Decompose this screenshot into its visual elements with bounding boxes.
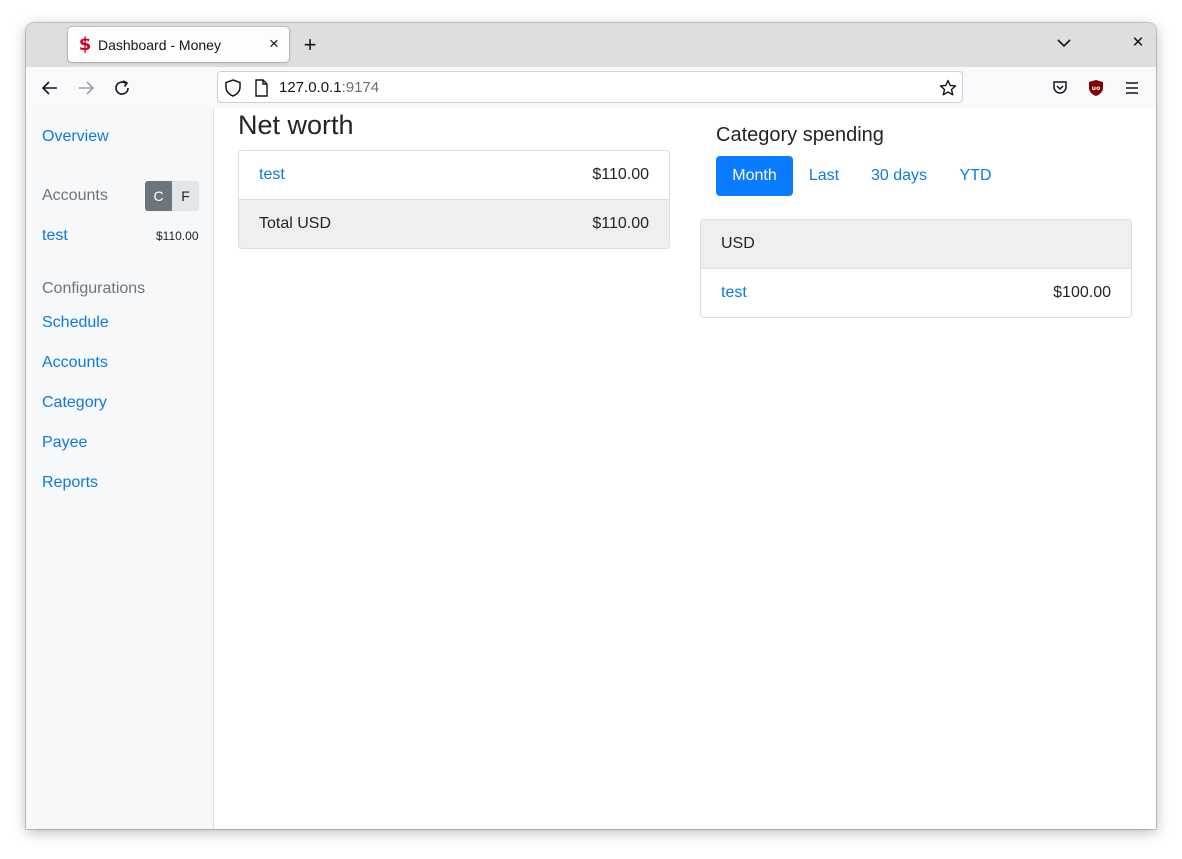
tab-strip: $ Dashboard - Money × + ✕ xyxy=(26,23,1156,67)
sidebar-item-overview[interactable]: Overview xyxy=(42,128,109,146)
currency-header-row: USD xyxy=(701,220,1131,269)
configurations-heading: Configurations xyxy=(42,280,146,297)
sidebar-item-category[interactable]: Category xyxy=(42,394,107,412)
tab-dashboard[interactable]: $ Dashboard - Money × xyxy=(68,27,289,62)
page-info-icon[interactable] xyxy=(252,79,270,97)
period-month-button[interactable]: Month xyxy=(716,156,793,196)
currency-header: USD xyxy=(721,235,755,252)
category-spending-card: USD test $100.00 xyxy=(700,219,1132,318)
url-port: :9174 xyxy=(341,79,380,96)
url-bar[interactable]: 127.0.0.1:9174 xyxy=(217,71,963,103)
sidebar-account-test[interactable]: test xyxy=(42,227,68,245)
sidebar-account-amount: $110.00 xyxy=(156,229,199,243)
url-host: 127.0.0.1 xyxy=(279,79,342,96)
category-row: test $100.00 xyxy=(701,269,1131,317)
window-close-button[interactable]: ✕ xyxy=(1130,35,1146,51)
reload-icon[interactable] xyxy=(111,77,133,99)
net-worth-total-row: Total USD $110.00 xyxy=(239,200,669,248)
toggle-c-button[interactable]: C xyxy=(145,181,172,211)
period-last-button[interactable]: Last xyxy=(798,156,850,196)
browser-window: $ Dashboard - Money × + ✕ 127.0.0.1:9174… xyxy=(26,23,1156,829)
toggle-f-button[interactable]: F xyxy=(172,181,199,211)
category-amount: $100.00 xyxy=(1053,284,1111,301)
bookmark-star-icon[interactable] xyxy=(939,79,957,97)
pocket-icon[interactable] xyxy=(1049,77,1071,99)
net-worth-total-label: Total USD xyxy=(259,215,332,232)
sidebar-item-payee[interactable]: Payee xyxy=(42,434,87,452)
money-favicon-icon: $ xyxy=(78,34,92,55)
category-spending-title: Category spending xyxy=(716,124,884,146)
svg-text:uo: uo xyxy=(1092,85,1100,92)
sidebar-item-schedule[interactable]: Schedule xyxy=(42,314,109,332)
menu-hamburger-icon[interactable] xyxy=(1121,77,1143,99)
net-worth-title: Net worth xyxy=(238,110,354,140)
net-worth-account-link[interactable]: test xyxy=(259,166,285,184)
tab-title: Dashboard - Money xyxy=(98,37,221,53)
forward-arrow-icon[interactable] xyxy=(75,77,97,99)
navigation-toolbar: 127.0.0.1:9174 uo xyxy=(26,67,1156,109)
net-worth-card: test $110.00 Total USD $110.00 xyxy=(238,150,670,249)
sidebar: Overview Accounts C F test $110.00 Confi… xyxy=(26,108,214,829)
sidebar-item-accounts[interactable]: Accounts xyxy=(42,354,108,372)
period-30-days-button[interactable]: 30 days xyxy=(860,156,938,196)
accounts-heading: Accounts xyxy=(42,187,108,204)
period-ytd-button[interactable]: YTD xyxy=(948,156,1003,196)
sidebar-item-reports[interactable]: Reports xyxy=(42,474,98,492)
new-tab-button[interactable]: + xyxy=(299,34,321,57)
net-worth-row: test $110.00 xyxy=(239,151,669,200)
category-link[interactable]: test xyxy=(721,284,747,302)
net-worth-account-amount: $110.00 xyxy=(592,166,649,183)
page-content: Overview Accounts C F test $110.00 Confi… xyxy=(26,108,1156,829)
list-all-tabs-chevron-down-icon[interactable] xyxy=(1056,35,1072,51)
close-tab-icon[interactable]: × xyxy=(266,35,282,52)
net-worth-total-amount: $110.00 xyxy=(592,215,649,232)
back-arrow-icon[interactable] xyxy=(39,77,61,99)
url-text[interactable]: 127.0.0.1:9174 xyxy=(279,79,379,96)
shield-icon[interactable] xyxy=(224,79,242,97)
ublock-origin-icon[interactable]: uo xyxy=(1085,77,1107,99)
account-view-toggle: C F xyxy=(145,181,199,211)
